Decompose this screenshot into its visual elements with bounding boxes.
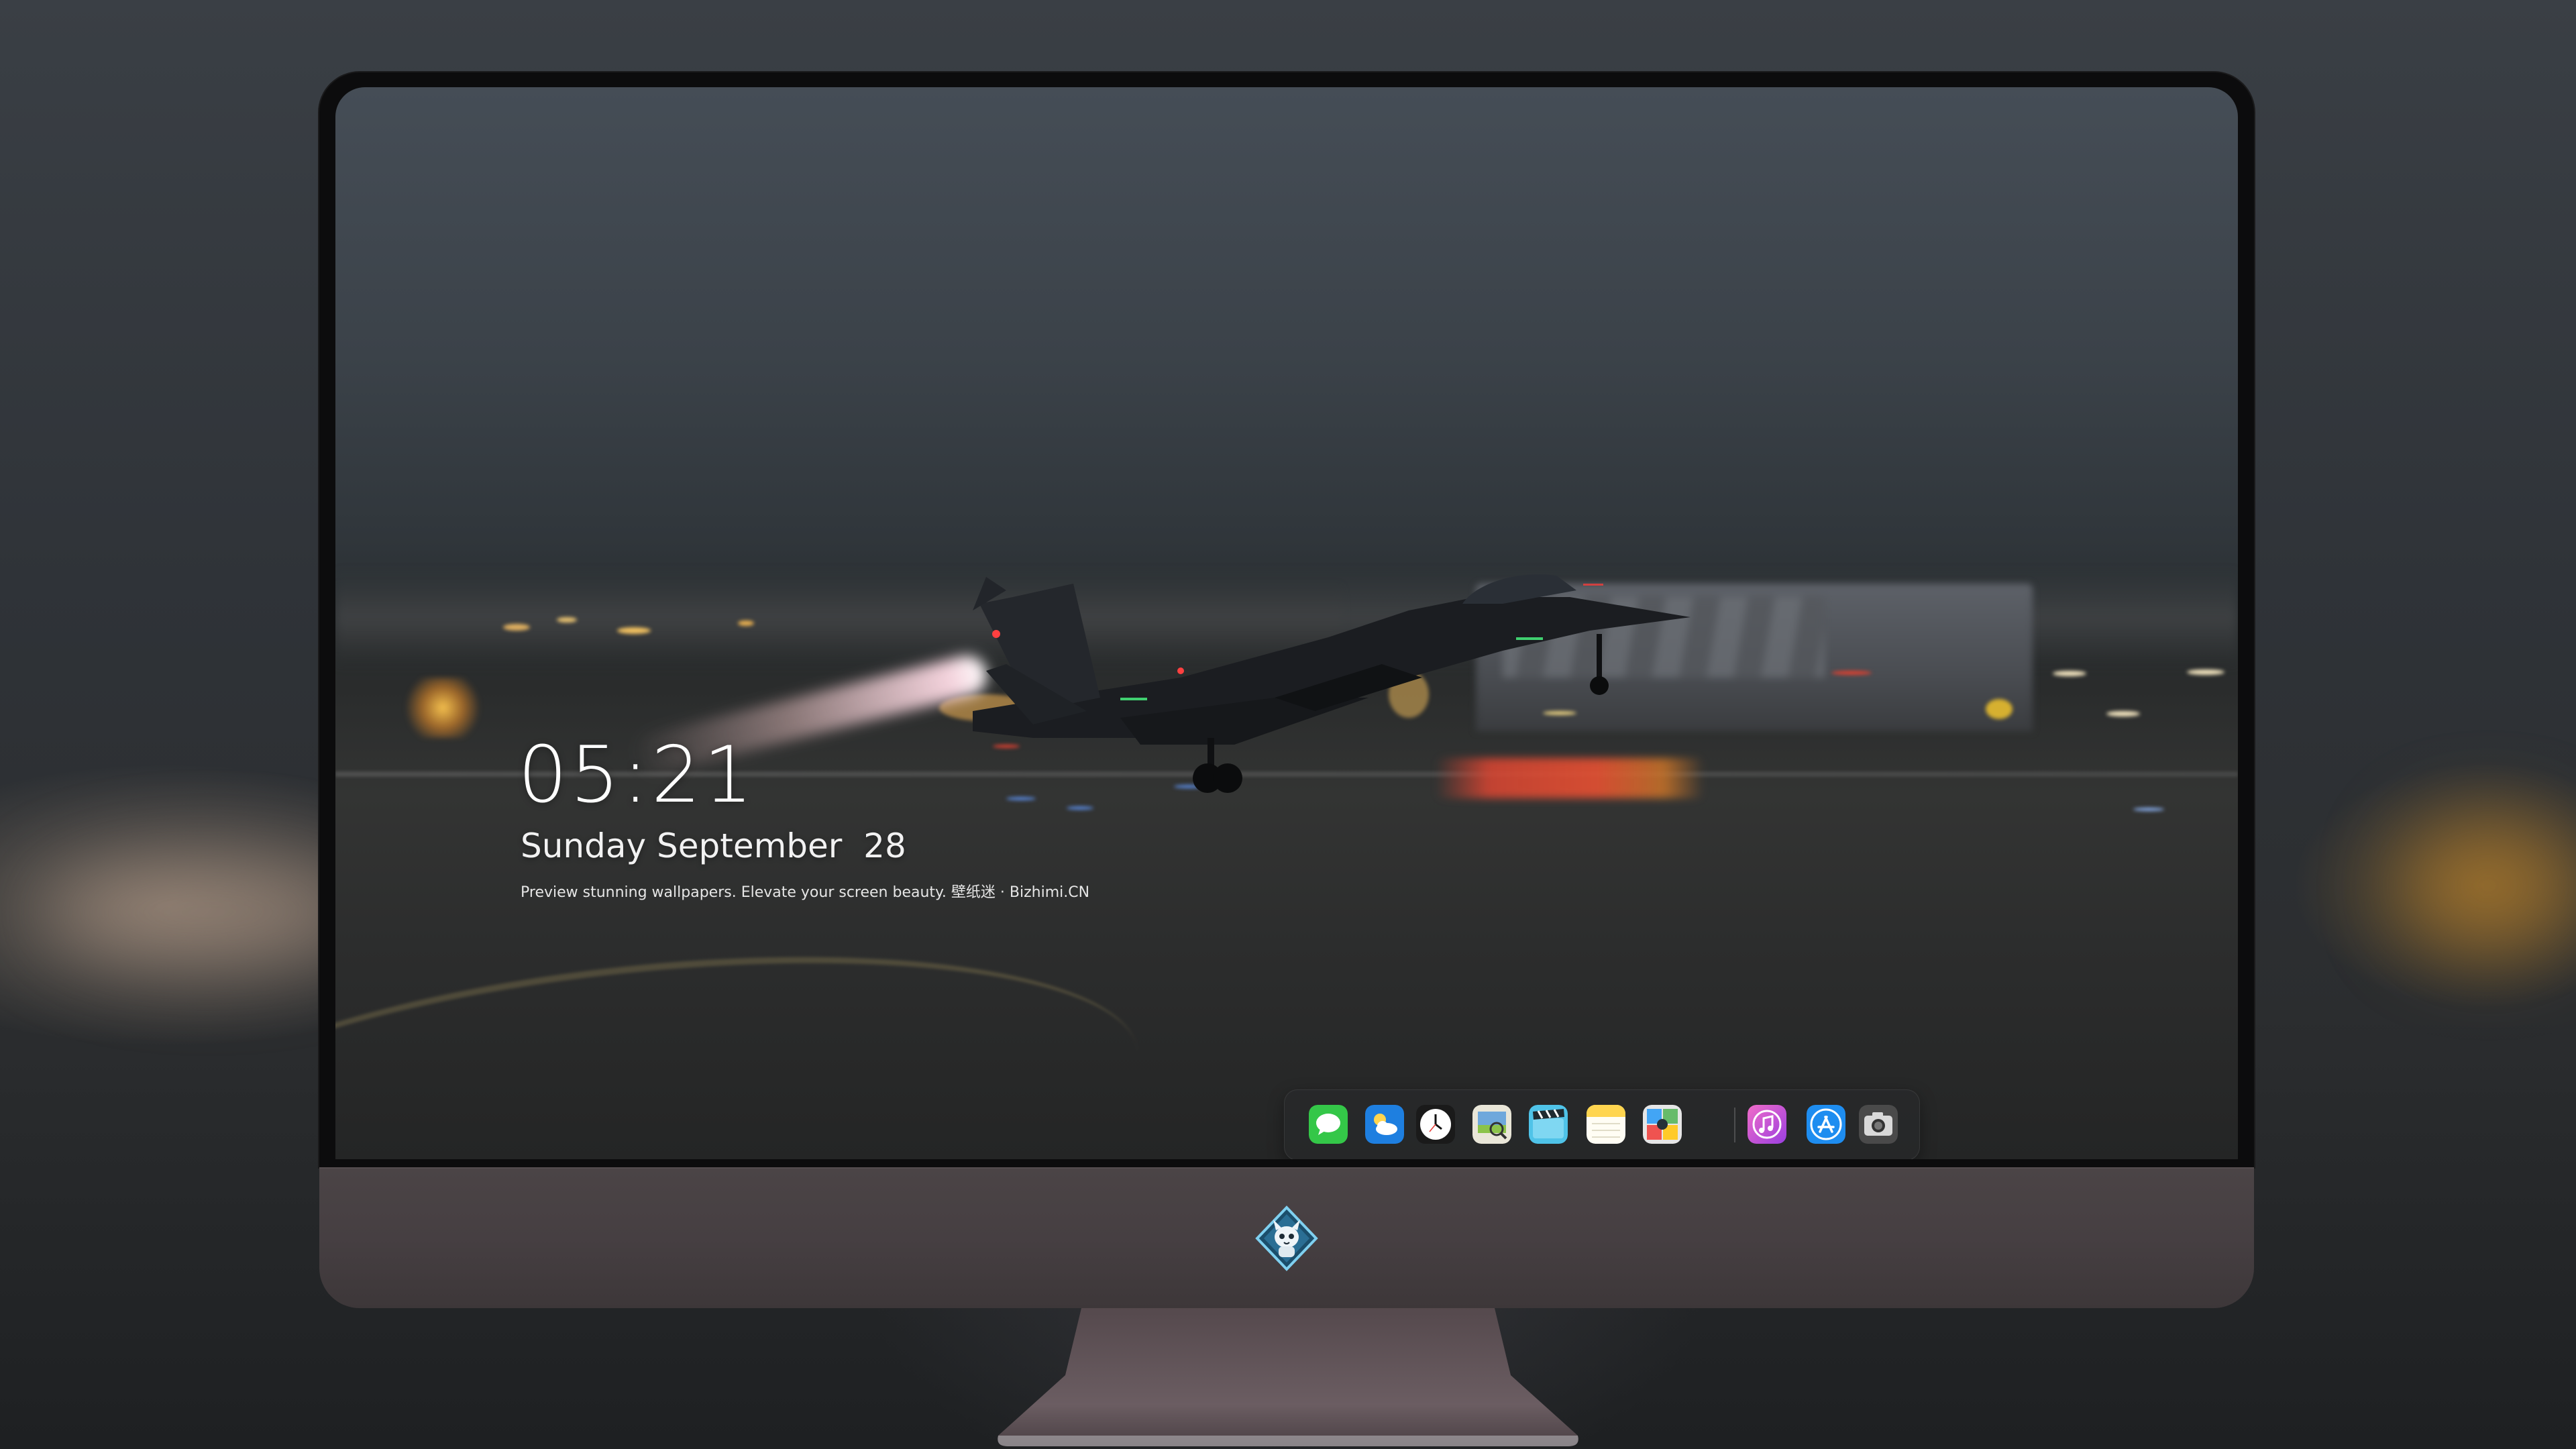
wallpaper-light (503, 624, 530, 631)
monitor-bezel: 05:21 Sunday September 28 Preview stunni… (319, 72, 2254, 1167)
fighter-jet-image (973, 574, 1690, 793)
clips-icon (1529, 1105, 1568, 1144)
dock (1284, 1089, 1920, 1159)
dock-item-preview[interactable] (1472, 1105, 1511, 1144)
dock-item-clips[interactable] (1529, 1105, 1568, 1144)
itunes-icon (1748, 1105, 1786, 1144)
dock-item-notes[interactable] (1587, 1105, 1625, 1144)
wallpaper-light (2053, 671, 2086, 676)
wallpaper-light (557, 617, 577, 623)
dock-item-weather[interactable] (1365, 1105, 1404, 1144)
photo-booth-icon (1643, 1105, 1682, 1144)
wallpaper-light (1986, 699, 2012, 719)
messages-icon (1309, 1105, 1348, 1144)
dock-item-messages[interactable] (1309, 1105, 1348, 1144)
lock-screen-clock: 05:21 (518, 730, 756, 820)
wallpaper-fire-glow (402, 678, 483, 738)
wallpaper-light (738, 621, 754, 626)
wallpaper-light (2133, 808, 2164, 811)
weather-icon (1365, 1105, 1404, 1144)
mascot-logo-icon (1255, 1205, 1318, 1271)
wallpaper-tagline: Preview stunning wallpapers. Elevate you… (521, 884, 1090, 901)
wallpaper-light (617, 627, 651, 634)
clock-icon (1416, 1105, 1455, 1144)
dock-item-app-store[interactable] (1807, 1105, 1845, 1144)
lock-screen[interactable]: 05:21 Sunday September 28 Preview stunni… (335, 87, 2238, 1159)
dock-item-itunes[interactable] (1748, 1105, 1786, 1144)
camera-icon (1859, 1105, 1898, 1144)
wallpaper-light (1067, 806, 1093, 810)
lock-screen-date: Sunday September 28 (521, 826, 906, 865)
wallpaper-light (2106, 711, 2140, 716)
notes-icon (1587, 1105, 1625, 1144)
app-store-icon (1807, 1105, 1845, 1144)
monitor-stand (998, 1308, 1578, 1446)
wallpaper-light (2187, 669, 2224, 675)
dock-item-screenshot[interactable] (1859, 1105, 1898, 1144)
wallpaper-runway-marking (335, 914, 1152, 1159)
dock-item-clock[interactable] (1416, 1105, 1455, 1144)
wallpaper-light (1831, 671, 1872, 675)
dock-item-photo-booth[interactable] (1643, 1105, 1682, 1144)
monitor: 05:21 Sunday September 28 Preview stunni… (319, 72, 2254, 1308)
preview-icon (1472, 1105, 1511, 1144)
desktop-scene: 05:21 Sunday September 28 Preview stunni… (0, 0, 2576, 1449)
background-glow (2402, 818, 2576, 953)
dock-divider (1734, 1108, 1735, 1142)
